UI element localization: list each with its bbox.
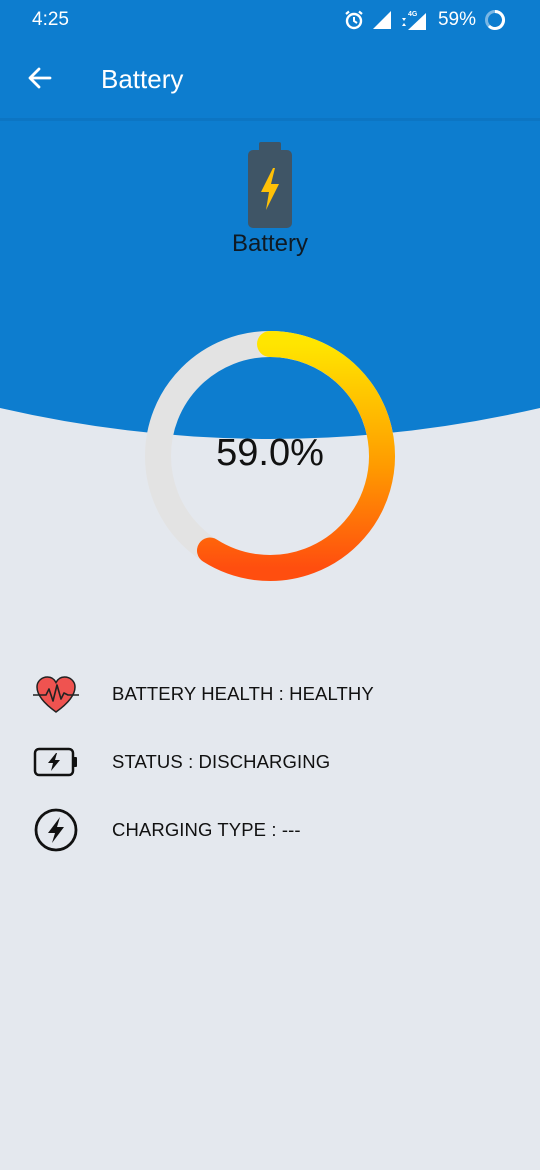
network-type-label: 4G <box>408 11 418 18</box>
status-bar: 4:25 4G 59% <box>0 0 540 40</box>
battery-info-list: BATTERY HEALTH : HEALTHY STATUS : DISCHA… <box>30 660 510 864</box>
status-battery-percent: 59% <box>437 9 476 30</box>
battery-percentage-value: 59.0% <box>216 432 324 474</box>
info-row-health: BATTERY HEALTH : HEALTHY <box>30 660 510 728</box>
wifi-signal-icon <box>372 10 392 30</box>
back-button[interactable] <box>20 58 60 98</box>
hero-label: Battery <box>231 230 309 257</box>
status-time: 4:25 <box>32 9 69 30</box>
cellular-signal-icon: 4G <box>400 9 428 31</box>
status-text: STATUS : DISCHARGING <box>112 751 331 772</box>
bolt-circle-icon <box>30 804 82 856</box>
heart-pulse-icon <box>30 668 82 720</box>
status-icons: 4G 59% <box>336 7 506 33</box>
battery-health-text: BATTERY HEALTH : HEALTHY <box>112 683 374 704</box>
battery-ring-icon <box>484 9 506 31</box>
alarm-icon <box>344 10 364 30</box>
battery-charging-icon <box>247 140 293 235</box>
info-row-status: STATUS : DISCHARGING <box>30 728 510 796</box>
info-row-charging-type: CHARGING TYPE : --- <box>30 796 510 864</box>
arrow-left-icon <box>26 64 54 92</box>
charging-type-text: CHARGING TYPE : --- <box>112 819 301 840</box>
battery-bolt-icon <box>30 736 82 788</box>
page-title: Battery <box>101 64 184 94</box>
app-bar: Battery <box>0 40 540 120</box>
